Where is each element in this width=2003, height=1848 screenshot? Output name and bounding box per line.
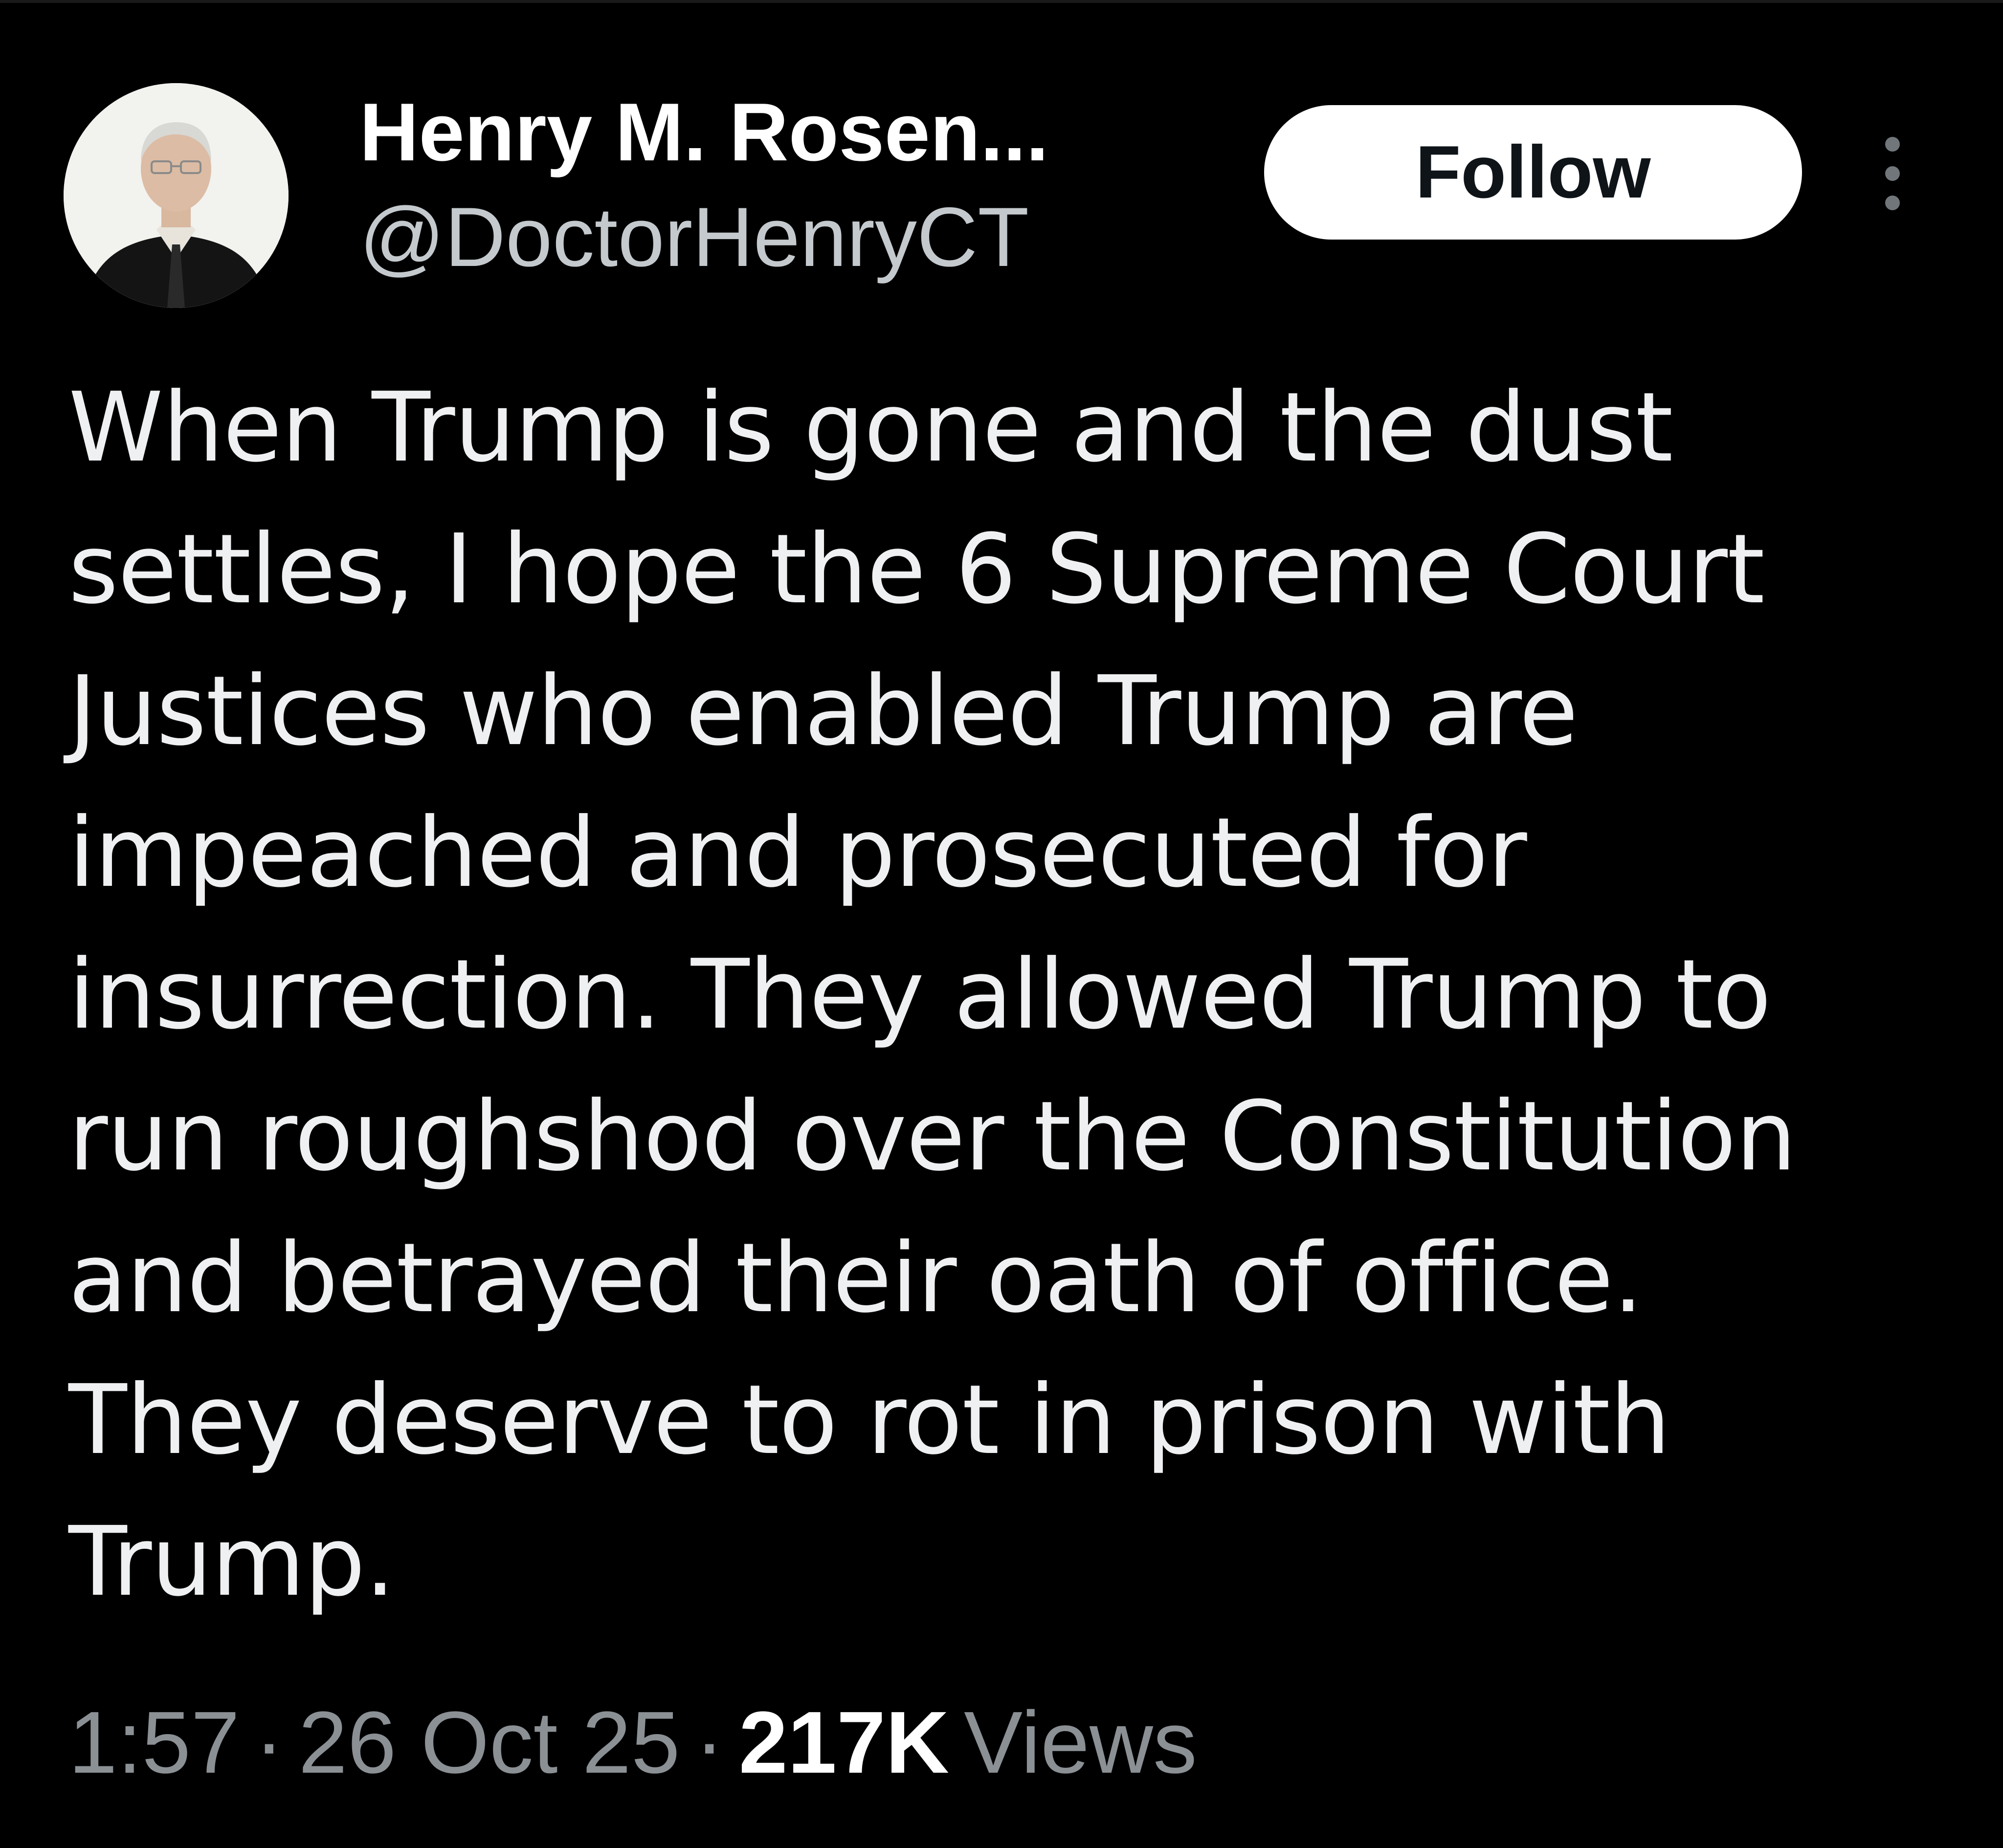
more-dot xyxy=(1885,196,1900,210)
more-dot xyxy=(1885,137,1900,152)
tweet-date[interactable]: 26 Oct 25 xyxy=(298,1694,680,1792)
meta-separator: · xyxy=(694,1694,724,1792)
tweet-time[interactable]: 1:57 xyxy=(68,1694,240,1792)
author-handle[interactable]: @DoctorHenryCT xyxy=(359,188,1029,286)
author-display-name[interactable]: Henry M. Rosen... xyxy=(359,83,1191,181)
views-count[interactable]: 217K xyxy=(739,1694,949,1792)
tweet-text: When Trump is gone and the dust settles,… xyxy=(68,372,1797,1618)
views-label: Views xyxy=(964,1694,1197,1792)
tweet-metadata: 1:57 · 26 Oct 25 · 217K Views xyxy=(68,1689,1197,1797)
avatar-photo xyxy=(64,83,289,308)
meta-separator: · xyxy=(254,1694,284,1792)
more-vertical-icon[interactable] xyxy=(1873,137,1912,210)
more-dot xyxy=(1885,166,1900,181)
avatar[interactable] xyxy=(64,83,289,308)
follow-button[interactable]: Follow xyxy=(1264,105,1802,240)
top-divider xyxy=(0,0,2003,3)
